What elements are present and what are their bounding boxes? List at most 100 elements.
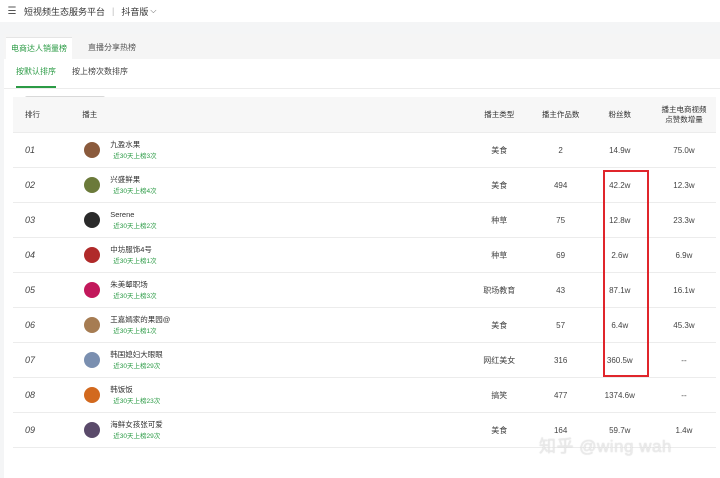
table-row[interactable]: 06 王嘉嫣家的果园@ 近30天上榜1次 美食 57 6.4w 45.3w [13,307,716,343]
works-cell: 69 [533,237,588,273]
table-row[interactable]: 03 Serene 近30天上榜2次 种草 75 12.8w 23.3w [13,202,716,238]
type-cell: 网红美女 [464,342,534,378]
rank-count-text: 近30天上榜23次 [113,397,161,405]
table-row[interactable]: 01 九盈水果 近30天上榜3次 美食 2 14.9w 75.0w [13,132,716,168]
works-cell: 57 [533,307,588,343]
fans-cell: 87.1w [587,272,652,308]
menu-icon[interactable]: ☰ [4,6,20,17]
watermark: 知乎 @wing wah [539,437,672,456]
likes-increment-cell: 12.3w [651,167,716,203]
avatar[interactable] [84,422,101,438]
header-likes-increment: 播主电商视频 点赞数增量 [651,97,716,133]
anchor-name[interactable]: 九盈水果 [110,139,156,150]
rank-cell: 06 [13,307,69,343]
avatar[interactable] [84,247,101,263]
ranking-table: 排行 播主 播主类型 播主作品数 粉丝数 播主电商视频 点赞数增量 01 九盈水果近… [13,97,716,448]
likes-increment-cell: 75.0w [651,132,716,168]
avatar[interactable] [84,282,101,298]
header-type: 播主类型 [464,97,534,133]
table-row[interactable]: 05 朱美颦职场近30天上榜3次 职场教育 43 87.1w 16.1w [13,272,716,308]
type-cell: 美食 [464,412,534,448]
divider [4,88,720,89]
rank-count-text: 近30天上榜1次 [113,327,157,335]
rank-cell: 07 [13,342,69,378]
anchor-name[interactable]: 海鲜女孩张可爱 [110,419,163,430]
anchor-cell: 九盈水果近30天上榜3次 [68,132,465,168]
tab-ecommerce-sales-rank[interactable]: 电商达人销量榜 [6,37,72,60]
sort-by-count-tab[interactable]: 按上榜次数排序 [72,66,128,84]
tab-bar: 电商达人销量榜 直播分享热榜 [4,34,720,60]
table-row[interactable]: 04 中坊服饰4号 近30天上榜1次 种草 69 2.6w 6.9w [13,237,716,273]
rank-cell: 05 [13,272,69,308]
anchor-name[interactable]: 中坊服饰4号 [110,244,156,255]
anchor-cell: 中坊服饰4号 近30天上榜1次 [68,237,465,273]
works-cell: 494 [533,167,588,203]
anchor-name[interactable]: 韩国媳妇大眼眼 [110,349,163,360]
top-bar: ☰ 短视频生态服务平台 | 抖音版 ⌵ [0,0,720,22]
platform-title: 短视频生态服务平台 [24,6,106,17]
anchor-cell: 韩国媳妇大眼眼 近30天上榜29次 [68,342,465,378]
header-likes-increment-line2: 点赞数增量 [665,114,703,124]
avatar[interactable] [84,317,101,333]
rank-count-text: 近30天上榜3次 [113,152,157,160]
table-row[interactable]: 02 兴盛鲜果 近30天上榜4次 美食 494 42.2w 12.3w [13,167,716,203]
anchor-name[interactable]: 王嘉嫣家的果园@ [110,314,170,325]
fans-cell: 12.8w [587,202,652,238]
header-likes-increment-line1: 播主电商视频 [661,104,707,114]
platform-variant-dropdown[interactable]: 抖音版 [121,5,148,18]
fans-cell: 2.6w [587,237,652,273]
works-cell: 477 [533,377,588,413]
type-cell: 美食 [464,307,534,343]
header-fans: 粉丝数 [587,97,652,133]
fans-cell: 6.4w [587,307,652,343]
anchor-cell: 海鲜女孩张可爱 近30天上榜29次 [68,412,465,448]
works-cell: 43 [533,272,588,308]
header-anchor: 播主 [68,97,465,133]
rank-cell: 02 [13,167,69,203]
rank-cell: 03 [13,202,69,238]
rank-cell: 04 [13,237,69,273]
anchor-name[interactable]: Serene [110,209,156,220]
avatar[interactable] [84,142,101,158]
anchor-cell: Serene 近30天上榜2次 [68,202,465,238]
fans-cell: 1374.6w [587,377,652,413]
table-row[interactable]: 08 韩饭饭 近30天上榜23次 搞笑 477 1374.6w -- [13,377,716,413]
type-cell: 种草 [464,202,534,238]
header-works: 播主作品数 [533,97,588,133]
tab-live-share-rank[interactable]: 直播分享热榜 [78,37,146,59]
rank-cell: 08 [13,377,69,413]
avatar[interactable] [84,352,101,368]
title-separator: | [112,6,115,16]
likes-increment-cell: -- [651,342,716,378]
rank-count-text: 近30天上榜4次 [113,187,157,195]
likes-increment-cell: 45.3w [651,307,716,343]
avatar[interactable] [84,177,101,193]
table-row[interactable]: 07 韩国媳妇大眼眼 近30天上榜29次 网红美女 316 360.5w -- [13,342,716,378]
table-header-row: 排行 播主 播主类型 播主作品数 粉丝数 播主电商视频 点赞数增量 [13,97,716,133]
rank-cell: 01 [13,132,69,168]
type-cell: 职场教育 [464,272,534,308]
rank-count-text: 近30天上榜29次 [113,362,161,370]
rank-count-text: 近30天上榜3次 [113,292,157,300]
rank-cell: 09 [13,412,69,448]
avatar[interactable] [84,212,101,228]
anchor-name[interactable]: 兴盛鲜果 [110,174,156,185]
fans-cell: 42.2w [587,167,652,203]
chevron-down-icon[interactable]: ⌵ [150,6,156,16]
anchor-name[interactable]: 朱美颦职场 [110,279,156,290]
rank-count-text: 近30天上榜2次 [113,222,157,230]
works-cell: 75 [533,202,588,238]
anchor-cell: 王嘉嫣家的果园@ 近30天上榜1次 [68,307,465,343]
works-cell: 316 [533,342,588,378]
likes-increment-cell: 16.1w [651,272,716,308]
likes-increment-cell: 6.9w [651,237,716,273]
avatar[interactable] [84,387,101,403]
rank-count-text: 近30天上榜1次 [113,257,157,265]
anchor-name[interactable]: 韩饭饭 [110,384,160,395]
likes-increment-cell: 23.3w [651,202,716,238]
anchor-cell: 韩饭饭近30天上榜23次 [68,377,465,413]
type-cell: 美食 [464,132,534,168]
sort-default-tab[interactable]: 按默认排序 [16,66,56,88]
works-cell: 2 [533,132,588,168]
type-cell: 种草 [464,237,534,273]
